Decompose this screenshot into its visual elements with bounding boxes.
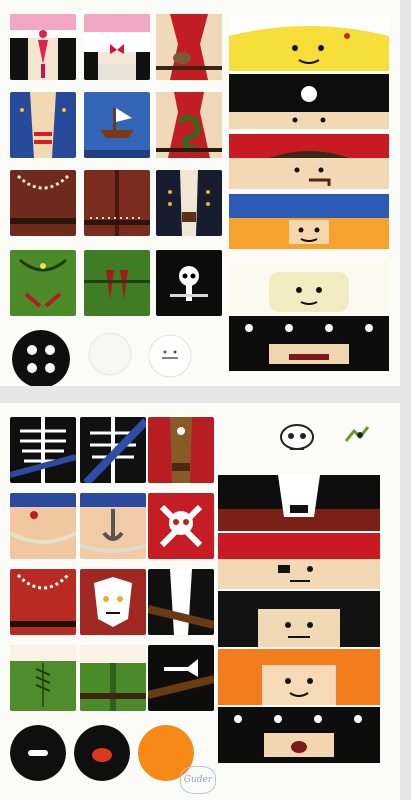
black-coat-torso-tile [148,569,214,635]
blue-ship-shirt-torso-tile [84,92,150,158]
white-skeleton-face-strip [229,262,389,317]
white-face-disc [148,334,192,378]
black-hair-face-strip [218,591,380,647]
green-bug-sticker [342,421,372,449]
skeleton-sash-torso-tile [80,417,146,483]
red-vest-torso-tile [156,14,222,80]
skull-crossbones-torso-tile [148,493,214,559]
red-vest-torso-tile-2 [148,417,214,483]
black-fish-torso-tile [148,645,214,711]
signature-stamp: Guder [180,766,216,794]
black-bandana-grin-face-strip [218,475,380,531]
brown-coat-torso-tile [84,170,150,236]
green-daggers-torso-tile [84,250,150,316]
green-stars-torso-tile [10,250,76,316]
white-stamp-disc [88,332,132,376]
skull-bandana-bearded-face-strip [229,316,389,371]
black-bone-disc [10,725,66,781]
bottom-sticker-sheet [0,403,400,800]
tiger-mask-torso-tile [80,569,146,635]
brown-necklace-torso-tile [10,170,76,236]
red-snake-vest-torso-tile [156,92,222,158]
sticker-sheets: Guder [0,0,411,800]
red-hat-pipe-face-strip [229,134,389,189]
green-dress-torso-tile [80,645,146,711]
navy-coat-torso-tile [156,170,222,236]
anchor-rope-torso-tile [80,493,146,559]
pink-bodice-torso-tile [10,14,76,80]
yellow-bandana-face-strip [229,16,389,71]
orange-hair-face-strip [218,649,380,705]
black-crab-disc [74,725,130,781]
tattoo-rope-torso-tile [10,493,76,559]
black-bandana-skull-face-strip [229,74,389,129]
green-laced-torso-tile [10,645,76,711]
top-sticker-sheet [0,0,400,386]
skull-sticker [272,421,322,457]
skull-bandana-shout-face-strip [218,707,380,763]
black-skull-disc [12,330,70,386]
skull-emblem-torso-tile [156,250,222,316]
pink-blouse-torso-tile [84,14,150,80]
blue-coat-torso-tile [10,92,76,158]
tooth-necklace-torso-tile [10,569,76,635]
blue-hat-face-strip [229,194,389,249]
skeleton-ribs-torso-tile [10,417,76,483]
red-hat-eyepatch-face-strip [218,533,380,589]
